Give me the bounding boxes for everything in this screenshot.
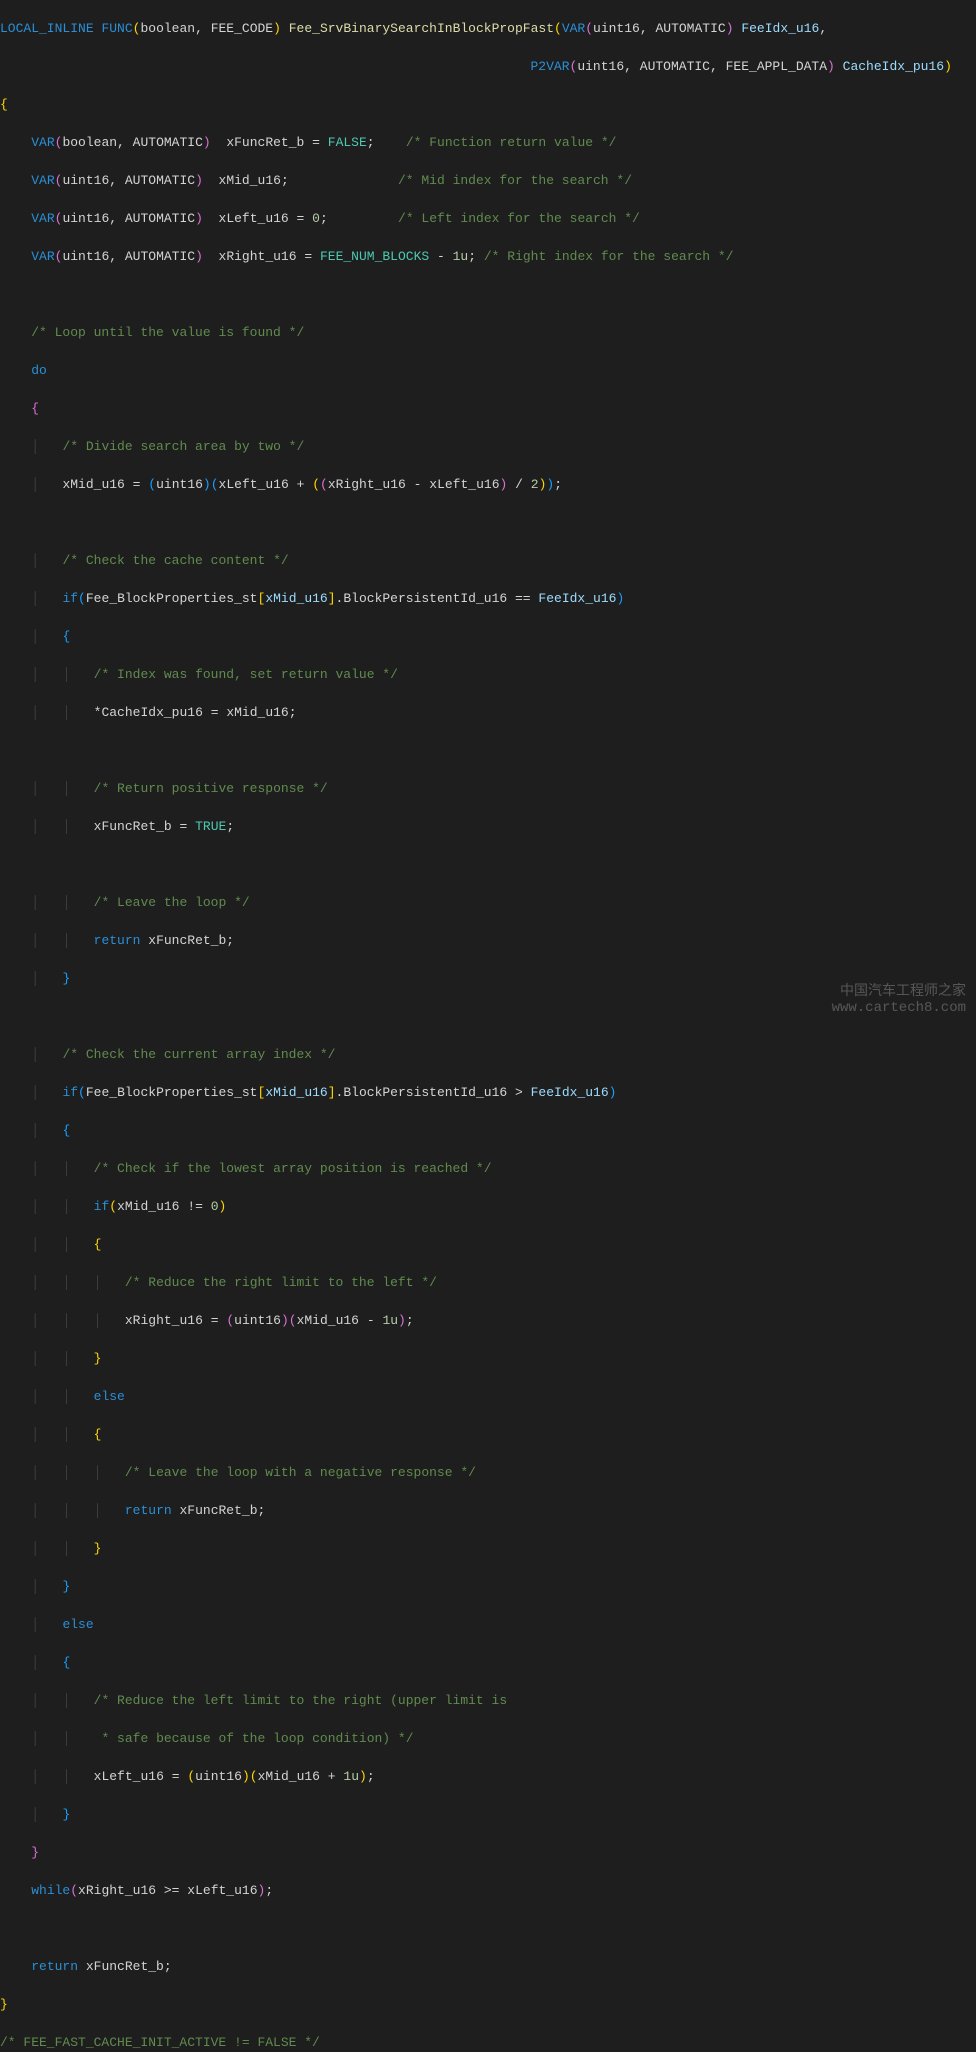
code-line: VAR(uint16, AUTOMATIC) xRight_u16 = FEE_… <box>0 247 976 266</box>
kw-return: return <box>94 933 141 948</box>
kw-var: VAR <box>562 21 585 36</box>
code-line: │ │ /* Index was found, set return value… <box>0 665 976 684</box>
code-line <box>0 1007 976 1026</box>
code-line: │ if(Fee_BlockProperties_st[xMid_u16].Bl… <box>0 1083 976 1102</box>
comment: /* Leave the loop */ <box>94 895 250 910</box>
code-line: │ │ *CacheIdx_pu16 = xMid_u16; <box>0 703 976 722</box>
comment: /* Left index for the search */ <box>398 211 640 226</box>
code-line: │ } <box>0 1577 976 1596</box>
code-line: │ } <box>0 969 976 988</box>
kw-macro: LOCAL_INLINE <box>0 21 94 36</box>
comment: /* Check if the lowest array position is… <box>94 1161 492 1176</box>
brace-close: } <box>0 1997 8 2012</box>
code-line: │ │ /* Reduce the left limit to the righ… <box>0 1691 976 1710</box>
code-line: │ │ │ /* Leave the loop with a negative … <box>0 1463 976 1482</box>
code-line: │ │ /* Check if the lowest array positio… <box>0 1159 976 1178</box>
code-editor-content[interactable]: LOCAL_INLINE FUNC(boolean, FEE_CODE) Fee… <box>0 0 976 2052</box>
comment: /* Index was found, set return value */ <box>94 667 398 682</box>
comment: /* Loop until the value is found */ <box>31 325 304 340</box>
param2: CacheIdx_pu16 <box>843 59 944 74</box>
param1: FeeIdx_u16 <box>741 21 819 36</box>
code-line: │ │ { <box>0 1425 976 1444</box>
code-line: │ │ │ xRight_u16 = (uint16)(xMid_u16 - 1… <box>0 1311 976 1330</box>
code-line: VAR(uint16, AUTOMATIC) xMid_u16; /* Mid … <box>0 171 976 190</box>
code-line: { <box>0 399 976 418</box>
code-line: │ { <box>0 1121 976 1140</box>
kw-else: else <box>94 1389 125 1404</box>
const-true: TRUE <box>195 819 226 834</box>
comment: /* FEE_FAST_CACHE_INIT_ACTIVE != FALSE *… <box>0 2035 320 2050</box>
kw-func: FUNC <box>101 21 132 36</box>
code-line: /* FEE_FAST_CACHE_INIT_ACTIVE != FALSE *… <box>0 2033 976 2052</box>
comment: /* Leave the loop with a negative respon… <box>125 1465 476 1480</box>
code-line: │ │ /* Return positive response */ <box>0 779 976 798</box>
code-line: │ │ xLeft_u16 = (uint16)(xMid_u16 + 1u); <box>0 1767 976 1786</box>
code-line: │ │ /* Leave the loop */ <box>0 893 976 912</box>
code-line: │ │ { <box>0 1235 976 1254</box>
brace-open: { <box>0 97 8 112</box>
comment: /* Reduce the right limit to the left */ <box>125 1275 437 1290</box>
code-line: │ /* Check the cache content */ <box>0 551 976 570</box>
code-line: } <box>0 1843 976 1862</box>
code-line: │ │ │ return xFuncRet_b; <box>0 1501 976 1520</box>
comment: /* Return positive response */ <box>94 781 328 796</box>
code-line: │ /* Check the current array index */ <box>0 1045 976 1064</box>
code-line: P2VAR(uint16, AUTOMATIC, FEE_APPL_DATA) … <box>0 57 976 76</box>
code-line: { <box>0 95 976 114</box>
code-line: │ │ * safe because of the loop condition… <box>0 1729 976 1748</box>
code-line: │ if(Fee_BlockProperties_st[xMid_u16].Bl… <box>0 589 976 608</box>
var-funcret: xFuncRet_b <box>226 135 304 150</box>
code-line: do <box>0 361 976 380</box>
comment: /* Check the current array index */ <box>62 1047 335 1062</box>
code-line: │ xMid_u16 = (uint16)(xLeft_u16 + ((xRig… <box>0 475 976 494</box>
var-left: xLeft_u16 <box>219 211 289 226</box>
code-line: while(xRight_u16 >= xLeft_u16); <box>0 1881 976 1900</box>
code-line: │ │ xFuncRet_b = TRUE; <box>0 817 976 836</box>
comment: /* Check the cache content */ <box>62 553 288 568</box>
var-mid: xMid_u16 <box>219 173 281 188</box>
code-line: VAR(uint16, AUTOMATIC) xLeft_u16 = 0; /*… <box>0 209 976 228</box>
code-line: /* Loop until the value is found */ <box>0 323 976 342</box>
type-u16: uint16 <box>593 21 640 36</box>
kw-while: while <box>31 1883 70 1898</box>
appl-data: FEE_APPL_DATA <box>726 59 827 74</box>
kw-if: if <box>62 591 78 606</box>
comment: /* Reduce the left limit to the right (u… <box>94 1693 507 1708</box>
function-name: Fee_SrvBinarySearchInBlockPropFast <box>289 21 554 36</box>
code-line: } <box>0 1995 976 2014</box>
code-line <box>0 285 976 304</box>
sect: FEE_CODE <box>211 21 273 36</box>
code-line <box>0 741 976 760</box>
code-line: │ │ if(xMid_u16 != 0) <box>0 1197 976 1216</box>
comment: /* Function return value */ <box>406 135 617 150</box>
comment: * safe because of the loop condition) */ <box>94 1731 414 1746</box>
code-line: │ { <box>0 627 976 646</box>
code-line: │ else <box>0 1615 976 1634</box>
code-line: │ { <box>0 1653 976 1672</box>
code-line <box>0 513 976 532</box>
comment: /* Divide search area by two */ <box>62 439 304 454</box>
kw-do: do <box>31 363 47 378</box>
code-line <box>0 855 976 874</box>
code-line: LOCAL_INLINE FUNC(boolean, FEE_CODE) Fee… <box>0 19 976 38</box>
code-line: │ │ return xFuncRet_b; <box>0 931 976 950</box>
storage: AUTOMATIC <box>655 21 725 36</box>
code-line: │ │ } <box>0 1349 976 1368</box>
code-line: │ } <box>0 1805 976 1824</box>
code-line: │ /* Divide search area by two */ <box>0 437 976 456</box>
var-right: xRight_u16 <box>219 249 297 264</box>
code-line: │ │ │ /* Reduce the right limit to the l… <box>0 1273 976 1292</box>
type-bool: boolean <box>140 21 195 36</box>
comment: /* Mid index for the search */ <box>398 173 632 188</box>
code-line: VAR(boolean, AUTOMATIC) xFuncRet_b = FAL… <box>0 133 976 152</box>
const-false: FALSE <box>328 135 367 150</box>
code-line: return xFuncRet_b; <box>0 1957 976 1976</box>
code-line: │ │ } <box>0 1539 976 1558</box>
comment: /* Right index for the search */ <box>484 249 734 264</box>
kw-p2var: P2VAR <box>531 59 570 74</box>
const-numblocks: FEE_NUM_BLOCKS <box>320 249 429 264</box>
code-line: │ │ else <box>0 1387 976 1406</box>
code-line <box>0 1919 976 1938</box>
